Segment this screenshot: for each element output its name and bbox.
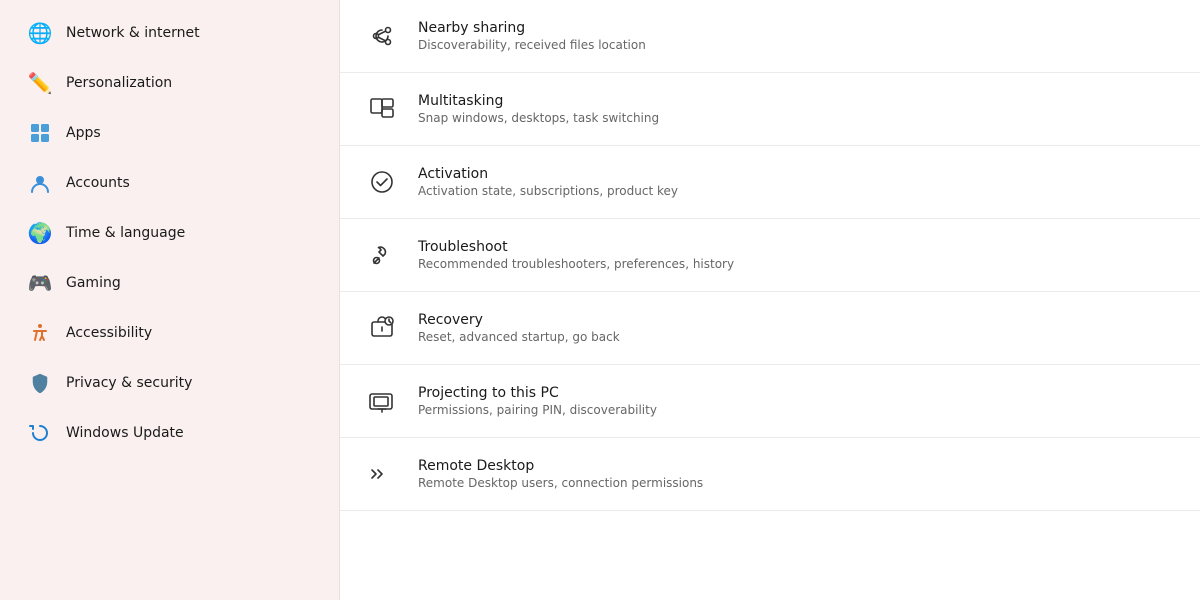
sidebar-item-accounts[interactable]: Accounts (8, 159, 331, 207)
accounts-icon (28, 171, 52, 195)
setting-troubleshoot[interactable]: Troubleshoot Recommended troubleshooters… (340, 219, 1200, 292)
troubleshoot-title: Troubleshoot (418, 239, 734, 255)
setting-projecting[interactable]: Projecting to this PC Permissions, pairi… (340, 365, 1200, 438)
projecting-text: Projecting to this PC Permissions, pairi… (418, 385, 657, 417)
activation-desc: Activation state, subscriptions, product… (418, 184, 678, 198)
multitasking-text: Multitasking Snap windows, desktops, tas… (418, 93, 659, 125)
network-icon: 🌐 (28, 21, 52, 45)
setting-activation[interactable]: Activation Activation state, subscriptio… (340, 146, 1200, 219)
apps-icon (28, 121, 52, 145)
troubleshoot-text: Troubleshoot Recommended troubleshooters… (418, 239, 734, 271)
sidebar-label-accounts: Accounts (66, 175, 130, 191)
sidebar-label-time: Time & language (66, 225, 185, 241)
sidebar: 🌐 Network & internet ✏️ Personalization … (0, 0, 340, 600)
main-content: Nearby sharing Discoverability, received… (340, 0, 1200, 600)
sidebar-item-accessibility[interactable]: Accessibility (8, 309, 331, 357)
activation-title: Activation (418, 166, 678, 182)
multitasking-title: Multitasking (418, 93, 659, 109)
sidebar-label-privacy: Privacy & security (66, 375, 192, 391)
sidebar-item-update[interactable]: Windows Update (8, 409, 331, 457)
accessibility-icon (28, 321, 52, 345)
sidebar-item-network[interactable]: 🌐 Network & internet (8, 9, 331, 57)
recovery-icon (364, 310, 400, 346)
personalization-icon: ✏️ (28, 71, 52, 95)
sidebar-label-update: Windows Update (66, 425, 184, 441)
activation-icon (364, 164, 400, 200)
update-icon (28, 421, 52, 445)
nearby-sharing-icon (364, 18, 400, 54)
nearby-sharing-desc: Discoverability, received files location (418, 38, 646, 52)
sidebar-label-network: Network & internet (66, 25, 200, 41)
remote-desktop-icon (364, 456, 400, 492)
setting-multitasking[interactable]: Multitasking Snap windows, desktops, tas… (340, 73, 1200, 146)
gaming-icon: 🎮 (28, 271, 52, 295)
sidebar-item-time[interactable]: 🌍 Time & language (8, 209, 331, 257)
remote-desktop-desc: Remote Desktop users, connection permiss… (418, 476, 703, 490)
nearby-sharing-text: Nearby sharing Discoverability, received… (418, 20, 646, 52)
sidebar-item-privacy[interactable]: Privacy & security (8, 359, 331, 407)
nearby-sharing-title: Nearby sharing (418, 20, 646, 36)
setting-recovery[interactable]: Recovery Reset, advanced startup, go bac… (340, 292, 1200, 365)
time-icon: 🌍 (28, 221, 52, 245)
sidebar-item-apps[interactable]: Apps (8, 109, 331, 157)
activation-text: Activation Activation state, subscriptio… (418, 166, 678, 198)
projecting-icon (364, 383, 400, 419)
setting-nearby-sharing[interactable]: Nearby sharing Discoverability, received… (340, 0, 1200, 73)
recovery-title: Recovery (418, 312, 620, 328)
sidebar-label-gaming: Gaming (66, 275, 121, 291)
remote-desktop-title: Remote Desktop (418, 458, 703, 474)
sidebar-label-personalization: Personalization (66, 75, 172, 91)
multitasking-desc: Snap windows, desktops, task switching (418, 111, 659, 125)
sidebar-item-personalization[interactable]: ✏️ Personalization (8, 59, 331, 107)
sidebar-label-apps: Apps (66, 125, 101, 141)
projecting-title: Projecting to this PC (418, 385, 657, 401)
remote-desktop-text: Remote Desktop Remote Desktop users, con… (418, 458, 703, 490)
sidebar-label-accessibility: Accessibility (66, 325, 152, 341)
troubleshoot-desc: Recommended troubleshooters, preferences… (418, 257, 734, 271)
recovery-desc: Reset, advanced startup, go back (418, 330, 620, 344)
projecting-desc: Permissions, pairing PIN, discoverabilit… (418, 403, 657, 417)
privacy-icon (28, 371, 52, 395)
recovery-text: Recovery Reset, advanced startup, go bac… (418, 312, 620, 344)
setting-remote-desktop[interactable]: Remote Desktop Remote Desktop users, con… (340, 438, 1200, 511)
multitasking-icon (364, 91, 400, 127)
sidebar-item-gaming[interactable]: 🎮 Gaming (8, 259, 331, 307)
troubleshoot-icon (364, 237, 400, 273)
